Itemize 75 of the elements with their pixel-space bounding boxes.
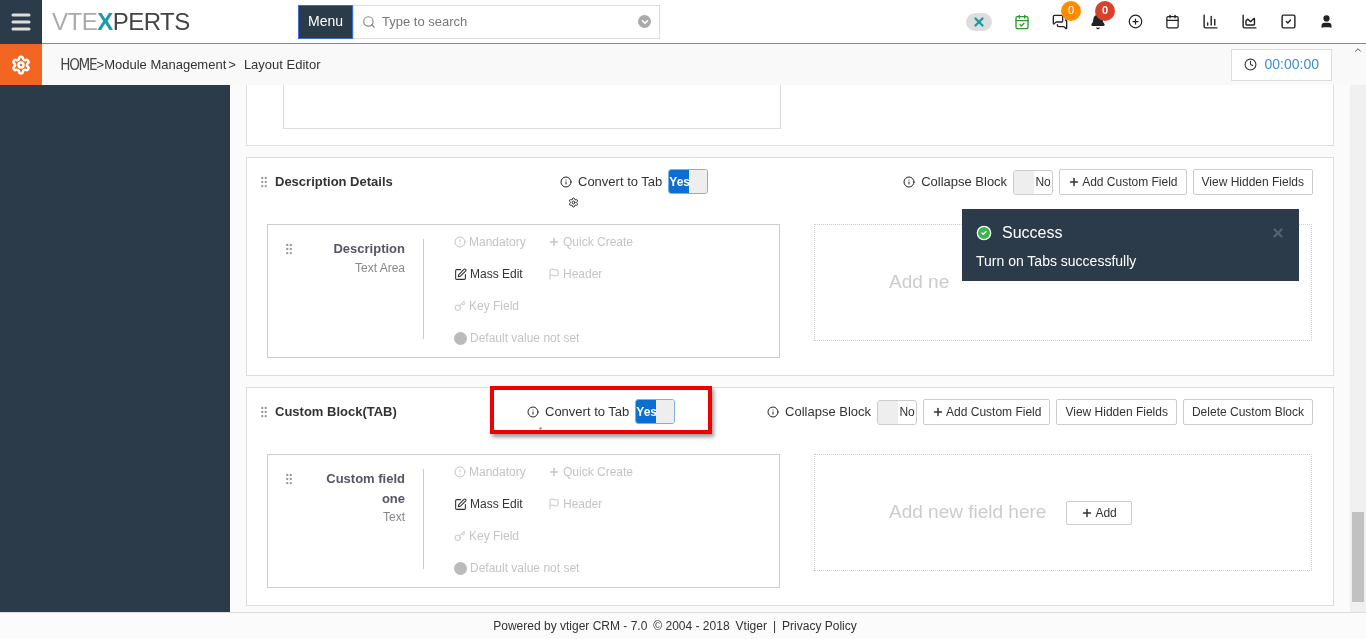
x-logo-icon[interactable] bbox=[966, 12, 992, 31]
toast-title: Success bbox=[1002, 223, 1063, 243]
chat-icon[interactable] bbox=[1052, 13, 1068, 30]
dropdown-icon[interactable] bbox=[638, 15, 652, 28]
info-icon bbox=[527, 405, 539, 418]
user-icon[interactable] bbox=[1319, 14, 1334, 29]
search-bar[interactable]: Type to search bbox=[353, 4, 661, 39]
area-chart-icon[interactable] bbox=[1241, 13, 1258, 30]
toggle-switch[interactable]: No bbox=[1013, 169, 1054, 195]
gear-icon[interactable] bbox=[568, 197, 579, 208]
collapse-block-label: Collapse Block bbox=[921, 173, 1008, 192]
field-type: Text bbox=[383, 509, 405, 526]
logo: VTEXPERTS bbox=[52, 6, 191, 37]
edit-icon bbox=[454, 267, 467, 281]
info-icon bbox=[560, 175, 572, 188]
chat-count-badge: 0 bbox=[1061, 0, 1081, 21]
flag-icon bbox=[548, 268, 560, 280]
exclamation-icon bbox=[454, 236, 466, 248]
plus-icon bbox=[1081, 506, 1094, 519]
edit-icon bbox=[454, 497, 467, 511]
info-icon bbox=[903, 176, 916, 188]
convert-tab-label: Convert to Tab bbox=[578, 172, 663, 191]
bar-chart-icon[interactable] bbox=[1202, 13, 1219, 30]
collapse-block-label: Collapse Block bbox=[785, 403, 872, 422]
toggle-switch[interactable]: Yes bbox=[668, 169, 709, 194]
flag-icon bbox=[548, 498, 560, 510]
toggle-switch[interactable]: Yes bbox=[635, 399, 676, 424]
check-circle-icon bbox=[976, 225, 992, 241]
plus-icon bbox=[548, 466, 560, 478]
plus-icon bbox=[548, 236, 560, 248]
add-custom-field-button[interactable]: Add Custom Field bbox=[1059, 169, 1187, 195]
plus-circle-icon[interactable] bbox=[1128, 14, 1143, 29]
close-icon[interactable] bbox=[1271, 226, 1285, 240]
add-custom-field-button[interactable]: Add Custom Field bbox=[923, 399, 1051, 425]
scrollbar-thumb[interactable] bbox=[1352, 512, 1364, 602]
breadcrumb-current: Layout Editor bbox=[243, 55, 321, 74]
search-input[interactable]: Type to search bbox=[382, 11, 633, 32]
key-icon bbox=[454, 530, 466, 542]
calendar-check-icon[interactable] bbox=[1014, 13, 1030, 30]
scroll-up-icon[interactable] bbox=[1353, 45, 1363, 55]
breadcrumb-home[interactable]: HOME bbox=[60, 52, 97, 77]
copyright-text: © 2004 - 2018 bbox=[653, 618, 730, 635]
clock-icon bbox=[1243, 58, 1257, 71]
field-option[interactable]: Mass Edit bbox=[454, 265, 548, 283]
block-title: Description Details bbox=[275, 173, 393, 191]
field-name: Custom field one bbox=[325, 470, 405, 508]
powered-by-text: Powered by vtiger CRM - 7.0 bbox=[493, 618, 648, 635]
toggle-switch[interactable]: No bbox=[877, 399, 918, 425]
menu-icon[interactable] bbox=[0, 0, 42, 44]
toast-message: Turn on Tabs successfully bbox=[976, 252, 1138, 271]
breadcrumb-separator: > bbox=[228, 55, 236, 74]
calendar-icon[interactable] bbox=[1165, 14, 1180, 29]
footer-separator: | bbox=[772, 618, 777, 635]
plus-icon bbox=[1068, 176, 1081, 188]
info-icon bbox=[767, 406, 780, 418]
convert-tab-label: Convert to Tab bbox=[545, 402, 630, 421]
exclamation-icon bbox=[454, 466, 466, 478]
field-name: Description bbox=[332, 240, 405, 258]
menu-button[interactable]: Menu bbox=[298, 4, 354, 39]
field-type: Text Area bbox=[354, 259, 405, 277]
field-option[interactable]: Mass Edit bbox=[454, 495, 548, 513]
block-button[interactable]: Delete Custom Block bbox=[1182, 399, 1313, 425]
add-button[interactable]: Add bbox=[1066, 500, 1132, 525]
block-button[interactable]: View Hidden Fields bbox=[1192, 169, 1313, 195]
notification-count-badge: 0 bbox=[1095, 0, 1115, 21]
vendor-link[interactable]: Vtiger bbox=[735, 617, 767, 635]
breadcrumb-link[interactable]: >Module Management bbox=[96, 54, 227, 75]
privacy-policy-link[interactable]: Privacy Policy bbox=[782, 617, 857, 635]
search-icon bbox=[362, 14, 377, 29]
key-icon bbox=[454, 300, 466, 312]
block-title: Custom Block(TAB) bbox=[275, 403, 397, 421]
block-button[interactable]: View Hidden Fields bbox=[1056, 399, 1177, 425]
checkbox-icon[interactable] bbox=[1280, 13, 1297, 30]
plus-icon bbox=[932, 406, 945, 418]
timer-button[interactable]: 00:00:00 bbox=[1230, 48, 1332, 81]
